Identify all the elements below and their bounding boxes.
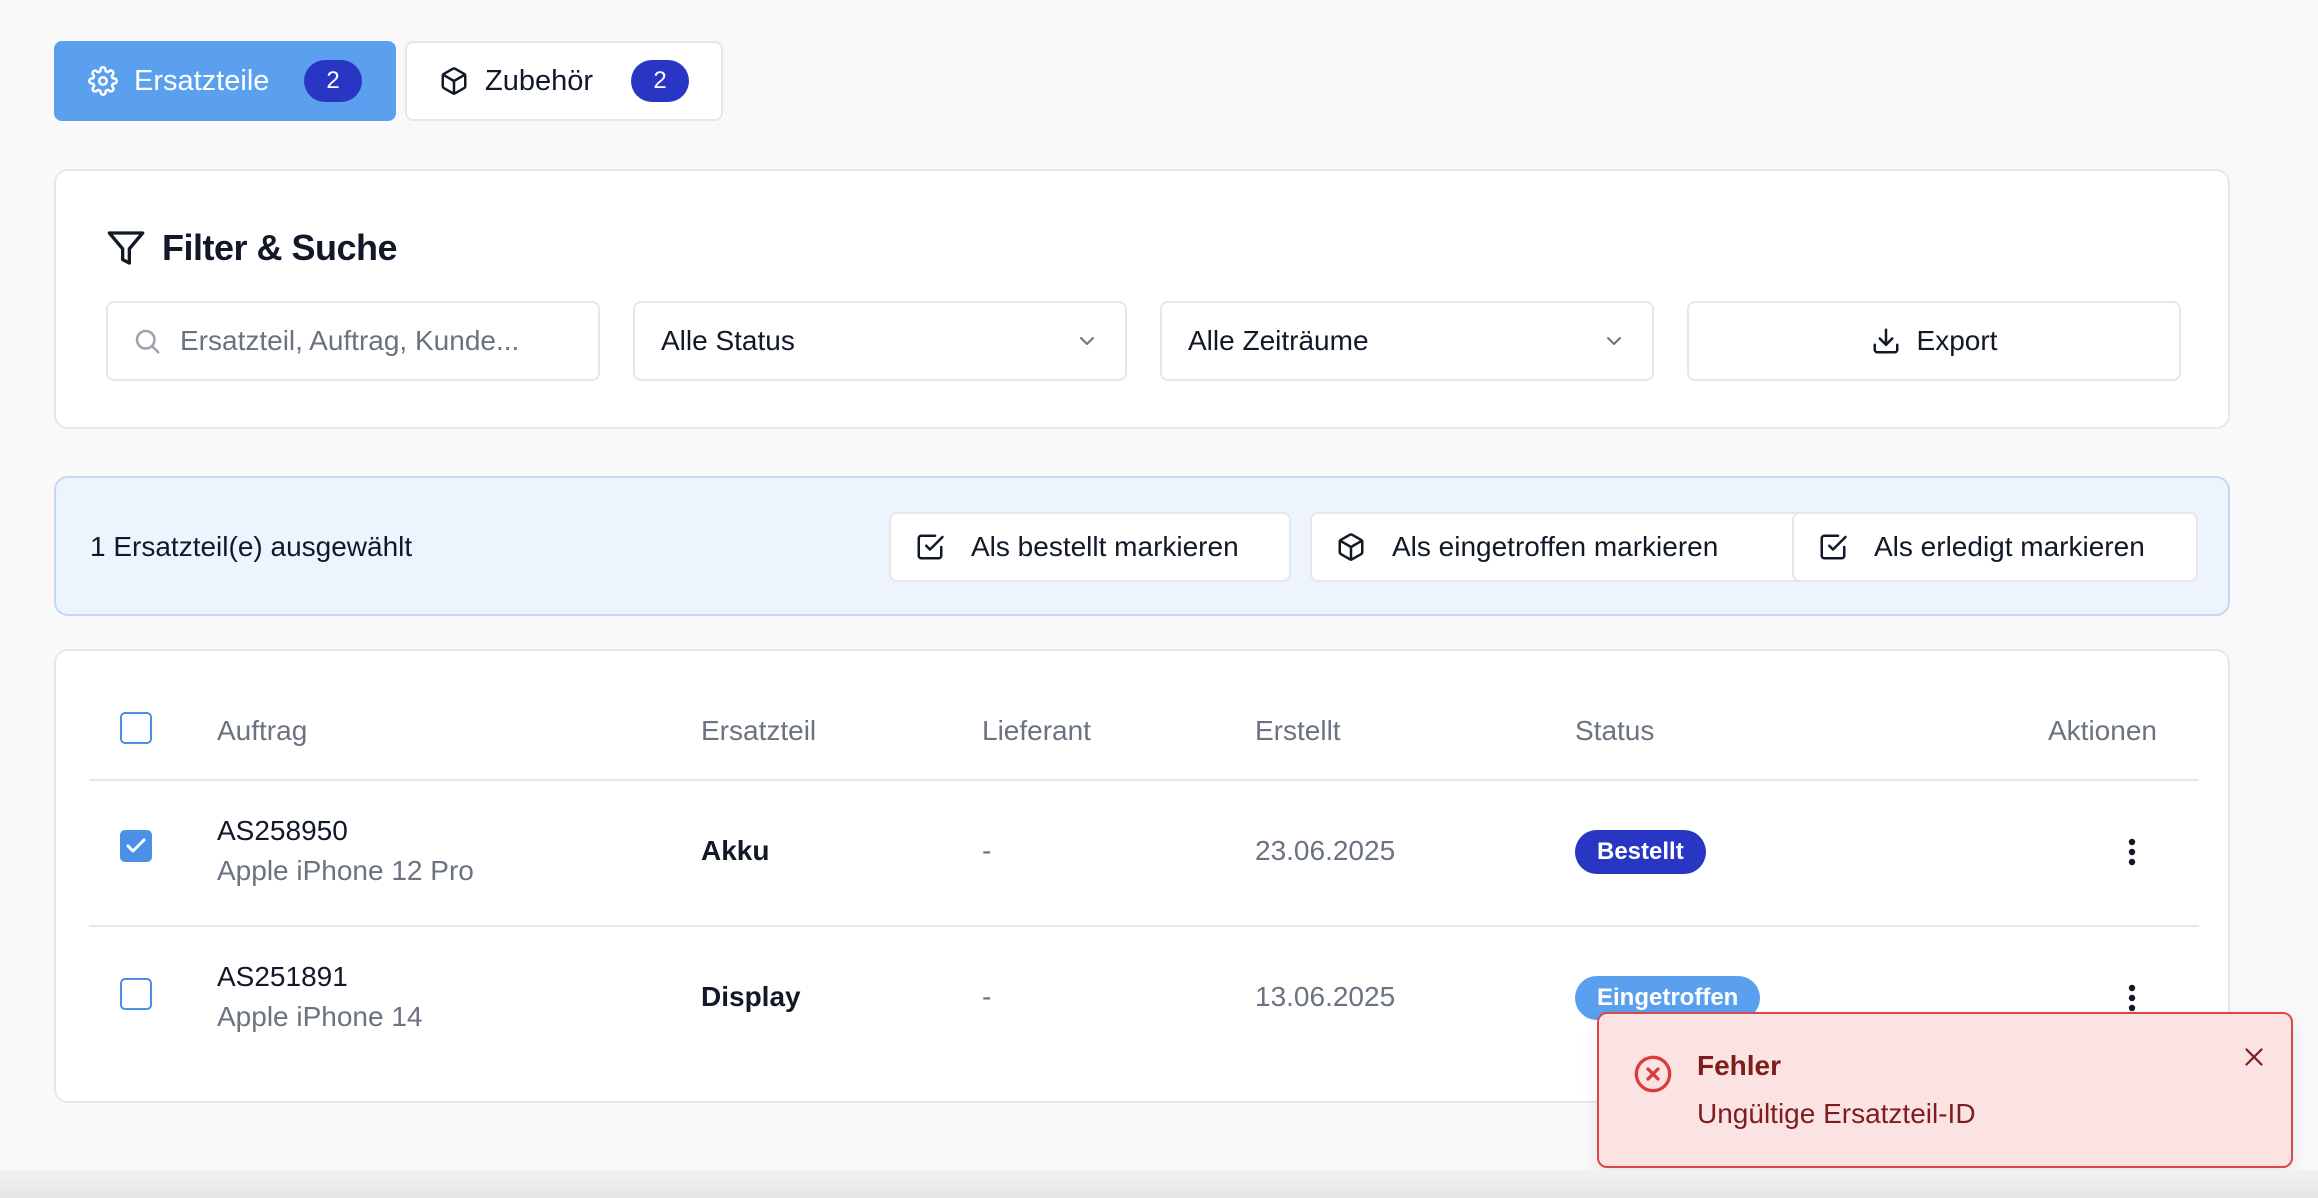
mark-ordered-button[interactable]: Als bestellt markieren	[889, 512, 1291, 582]
period-select-value: Alle Zeiträume	[1188, 325, 1369, 356]
checkbox-icon	[915, 532, 945, 562]
mark-arrived-label: Als eingetroffen markieren	[1392, 531, 1719, 562]
order-id: AS251891	[217, 961, 348, 992]
chevron-down-icon	[1075, 329, 1099, 353]
bottom-edge	[0, 1170, 2318, 1198]
more-vertical-icon	[2128, 984, 2136, 1012]
order-id: AS258950	[217, 815, 348, 846]
part-name: Akku	[701, 835, 770, 866]
filter-heading: Filter & Suche	[106, 227, 398, 269]
supplier: -	[982, 981, 992, 1012]
tab-ersatzteile[interactable]: Ersatzteile 2	[54, 41, 396, 121]
mark-done-button[interactable]: Als erledigt markieren	[1792, 512, 2198, 582]
tab-bar: Ersatzteile 2 Zubehör 2	[54, 41, 723, 121]
status-badge: Bestellt	[1575, 830, 1706, 874]
device-name: Apple iPhone 12 Pro	[217, 855, 474, 886]
column-header-part[interactable]: Ersatzteil	[701, 715, 816, 747]
device-name: Apple iPhone 14	[217, 1001, 423, 1032]
row-checkbox[interactable]	[120, 978, 152, 1010]
filter-title: Filter & Suche	[162, 227, 398, 268]
export-label: Export	[1916, 325, 1998, 356]
error-circle-icon	[1633, 1054, 1673, 1094]
package-icon	[1336, 532, 1366, 562]
search-field[interactable]	[106, 301, 600, 381]
column-header-supplier[interactable]: Lieferant	[982, 715, 1091, 747]
check-icon	[126, 838, 146, 853]
filter-icon	[106, 228, 146, 268]
tab-zubehoer[interactable]: Zubehör 2	[405, 41, 723, 121]
column-header-actions: Aktionen	[2048, 715, 2157, 746]
toast-message: Ungültige Ersatzteil-ID	[1697, 1098, 1976, 1129]
error-toast: Fehler Ungültige Ersatzteil-ID	[1597, 1012, 2293, 1168]
row-actions-menu[interactable]	[2117, 832, 2147, 872]
period-select[interactable]: Alle Zeiträume	[1160, 301, 1654, 381]
created-date: 13.06.2025	[1255, 981, 1396, 1012]
row-checkbox[interactable]	[120, 830, 152, 862]
column-header-created[interactable]: Erstellt	[1255, 715, 1341, 747]
created-date: 23.06.2025	[1255, 835, 1396, 866]
tab-count-badge: 2	[631, 60, 689, 102]
gear-icon	[88, 66, 118, 96]
part-name: Display	[701, 981, 801, 1012]
export-button[interactable]: Export	[1687, 301, 2181, 381]
toast-title: Fehler	[1697, 1050, 1782, 1081]
selection-count-text: 1 Ersatzteil(e) ausgewählt	[90, 531, 413, 562]
more-vertical-icon	[2128, 838, 2136, 866]
status-select[interactable]: Alle Status	[633, 301, 1127, 381]
tab-label: Zubehör	[485, 64, 594, 97]
row-divider	[89, 779, 2199, 781]
column-header-status[interactable]: Status	[1575, 715, 1654, 747]
bulk-action-bar: 1 Ersatzteil(e) ausgewählt Als bestellt …	[54, 476, 2230, 616]
chevron-down-icon	[1602, 329, 1626, 353]
filter-card: Filter & Suche Alle Status Alle Zeiträum…	[54, 169, 2230, 429]
download-icon	[1871, 326, 1901, 356]
mark-done-label: Als erledigt markieren	[1874, 531, 2145, 562]
select-all-checkbox[interactable]	[120, 712, 152, 744]
mark-arrived-button[interactable]: Als eingetroffen markieren	[1310, 512, 1830, 582]
checkbox-icon	[1818, 532, 1848, 562]
package-icon	[439, 66, 469, 96]
tab-count-badge: 2	[304, 60, 362, 102]
row-divider	[89, 925, 2199, 927]
column-header-order[interactable]: Auftrag	[217, 715, 307, 747]
status-select-value: Alle Status	[661, 325, 795, 356]
tab-label: Ersatzteile	[134, 64, 270, 97]
search-input[interactable]	[180, 325, 560, 357]
close-icon[interactable]	[2239, 1042, 2269, 1072]
mark-ordered-label: Als bestellt markieren	[971, 531, 1239, 562]
supplier: -	[982, 835, 992, 866]
search-icon	[132, 326, 162, 356]
